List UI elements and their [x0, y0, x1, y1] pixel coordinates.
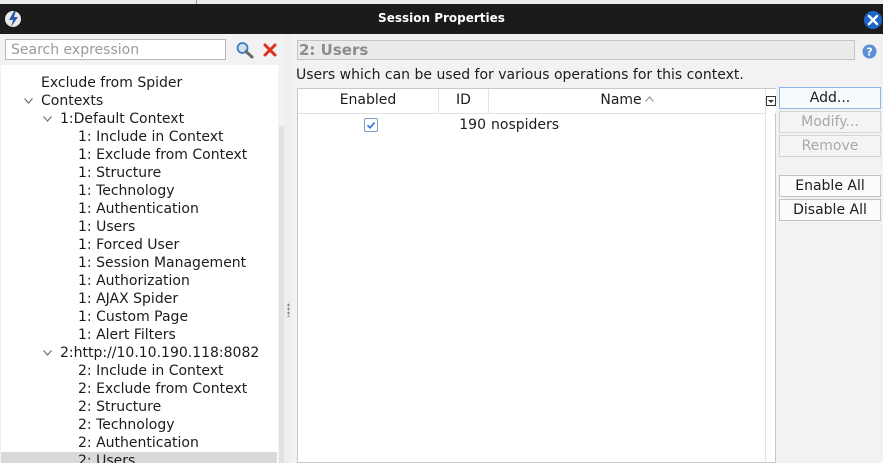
- sort-ascending-icon: [644, 96, 654, 102]
- tree-item-label: 2: Authentication: [78, 435, 199, 451]
- cell-name: nospiders: [491, 117, 560, 133]
- tree-item[interactable]: 2: Technology: [1, 416, 277, 434]
- tree-item[interactable]: 1: AJAX Spider: [1, 290, 277, 308]
- close-window-icon[interactable]: [864, 11, 882, 29]
- tree-item-label: 1:Default Context: [60, 111, 185, 127]
- tree-item-label: 2:http://10.10.190.118:8082: [60, 345, 260, 361]
- column-header-name-label: Name: [600, 92, 642, 108]
- chevron-down-icon[interactable]: [24, 98, 33, 104]
- session-tree: Exclude from Spider Contexts 1:Default Con…: [1, 65, 278, 463]
- table-right-divider: [765, 113, 766, 463]
- column-header-name[interactable]: Name: [489, 89, 766, 113]
- left-pane: Exclude from Spider Contexts 1:Default Con…: [0, 34, 284, 463]
- tree-item-label: 1: Users: [78, 219, 136, 235]
- tree-item[interactable]: Contexts: [1, 92, 277, 110]
- panel-title: 2: Users: [297, 40, 855, 60]
- tree-item-label: 1: Custom Page: [78, 309, 189, 325]
- tree-item-label: 2: Include in Context: [78, 363, 224, 379]
- table-header: Enabled ID Name: [298, 89, 766, 114]
- tree-item[interactable]: 1: Alert Filters: [1, 326, 277, 344]
- tree-item[interactable]: 1: Include in Context: [1, 128, 277, 146]
- clear-search-icon[interactable]: [262, 42, 278, 58]
- tree-item[interactable]: 1: Authorization: [1, 272, 277, 290]
- table-row[interactable]: 190 nospiders: [298, 114, 765, 136]
- tree-item-label: 1: Authentication: [78, 201, 199, 217]
- panel-description: Users which can be used for various oper…: [296, 67, 744, 83]
- search-icon[interactable]: [235, 41, 255, 59]
- tree-item-label: 2: Structure: [78, 399, 162, 415]
- cell-enabled: [298, 114, 439, 136]
- tree-item[interactable]: 1: Structure: [1, 164, 277, 182]
- tree-item[interactable]: 2:http://10.10.190.118:8082: [1, 344, 277, 362]
- tree-item-label: 1: Authorization: [78, 273, 190, 289]
- chevron-down-icon[interactable]: [43, 116, 52, 122]
- users-table: Enabled ID Name 190 nospiders: [297, 88, 776, 463]
- tree-item[interactable]: 1: Session Management: [1, 254, 277, 272]
- title-bar: Session Properties: [0, 4, 883, 34]
- right-pane: 2: Users ? Users which can be used for v…: [292, 34, 883, 463]
- window-title: Session Properties: [378, 11, 505, 25]
- tree-item-label: 1: Technology: [78, 183, 175, 199]
- disable-all-button[interactable]: Disable All: [779, 199, 881, 221]
- tree-item[interactable]: 2: Exclude from Context: [1, 380, 277, 398]
- add-button[interactable]: Add...: [779, 87, 881, 109]
- enable-all-button[interactable]: Enable All: [779, 175, 881, 197]
- splitter-grip[interactable]: [287, 303, 290, 317]
- tree-item[interactable]: 1: Exclude from Context: [1, 146, 277, 164]
- tree-item-label: 1: Structure: [78, 165, 162, 181]
- tree-item[interactable]: 2: Authentication: [1, 434, 277, 452]
- help-icon[interactable]: ?: [862, 44, 877, 59]
- tree-item[interactable]: 2: Users: [1, 452, 277, 463]
- tree-item-label: 1: AJAX Spider: [78, 291, 179, 307]
- modify-button[interactable]: Modify...: [779, 111, 881, 133]
- cell-id: 190: [459, 117, 486, 133]
- tree-item[interactable]: 1: Users: [1, 218, 277, 236]
- splitter[interactable]: [284, 34, 292, 463]
- tree-item[interactable]: 1: Authentication: [1, 200, 277, 218]
- svg-text:?: ?: [866, 46, 872, 59]
- tree-item-label: 1: Session Management: [78, 255, 247, 271]
- chevron-down-icon[interactable]: [43, 350, 52, 356]
- tree-item-label: 1: Exclude from Context: [78, 147, 248, 163]
- tree-item-label: 1: Alert Filters: [78, 327, 176, 343]
- tree-item[interactable]: 2: Structure: [1, 398, 277, 416]
- search-input[interactable]: [5, 39, 226, 60]
- tree-item-label: 2: Technology: [78, 417, 175, 433]
- tree-item-label: 1: Include in Context: [78, 129, 224, 145]
- enabled-checkbox[interactable]: [364, 118, 378, 132]
- tree-item[interactable]: 2: Include in Context: [1, 362, 277, 380]
- tree-item-label: Contexts: [41, 93, 104, 109]
- tree-item[interactable]: 1: Technology: [1, 182, 277, 200]
- column-header-enabled[interactable]: Enabled: [298, 89, 439, 113]
- tree-item[interactable]: 1: Custom Page: [1, 308, 277, 326]
- column-control-icon[interactable]: [766, 89, 776, 113]
- tree-item-label: Exclude from Spider: [41, 75, 183, 91]
- tree-item-label: 2: Users: [78, 453, 136, 463]
- column-header-id-label: ID: [456, 92, 471, 108]
- column-header-id[interactable]: ID: [439, 89, 489, 113]
- tree-item-label: 2: Exclude from Context: [78, 381, 248, 397]
- tree-item[interactable]: Exclude from Spider: [1, 74, 277, 92]
- tree-item[interactable]: 1: Forced User: [1, 236, 277, 254]
- column-header-enabled-label: Enabled: [339, 92, 397, 108]
- tree-item[interactable]: 1:Default Context: [1, 110, 277, 128]
- tree-item-label: 1: Forced User: [78, 237, 180, 253]
- remove-button[interactable]: Remove: [779, 135, 881, 157]
